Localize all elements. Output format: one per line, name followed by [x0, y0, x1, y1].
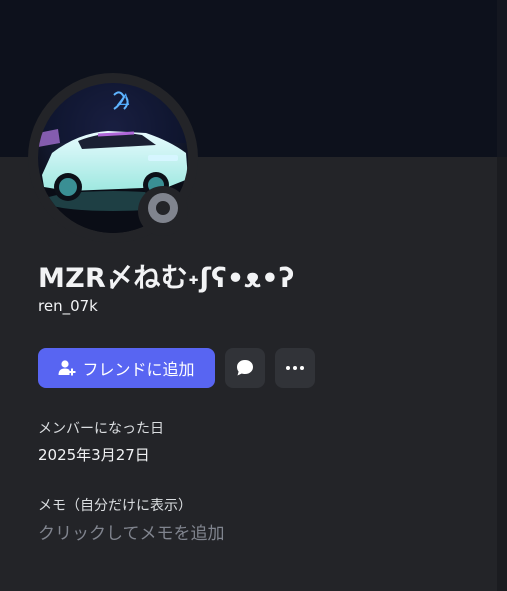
more-button[interactable] [275, 348, 315, 388]
offline-status-icon [148, 193, 178, 223]
username[interactable]: ren_07k [38, 297, 98, 315]
profile-popout: 🜂 MZR〆ねむ˖ʃʕ•ᴥ•ʔ ren_07k フレンドに追加 メンバーになった… [0, 0, 507, 591]
note-input[interactable]: クリックしてメモを追加 [38, 519, 225, 544]
message-button[interactable] [225, 348, 265, 388]
add-friend-button[interactable]: フレンドに追加 [38, 348, 215, 388]
note-label: メモ（自分だけに表示） [38, 498, 192, 514]
scrollbar-edge [497, 0, 507, 591]
person-add-icon [58, 359, 76, 377]
member-since-label: メンバーになった日 [38, 421, 164, 437]
add-friend-label: フレンドに追加 [82, 360, 195, 379]
speech-bubble-icon [235, 358, 255, 378]
member-since-date: 2025年3月27日 [38, 446, 150, 464]
display-name: MZR〆ねむ˖ʃʕ•ᴥ•ʔ [38, 263, 295, 294]
ellipsis-icon [285, 365, 305, 371]
